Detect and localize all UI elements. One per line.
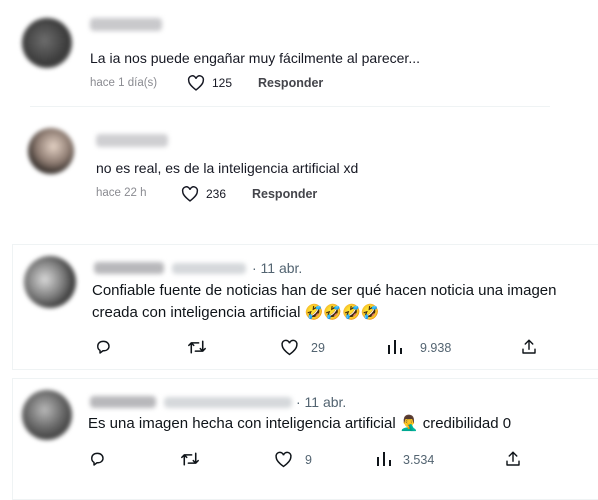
laughing-emoji: 🤣🤣🤣🤣 xyxy=(304,304,380,321)
heart-icon[interactable] xyxy=(274,451,293,468)
tweet-text: Es una imagen hecha con inteligencia art… xyxy=(88,415,396,432)
tweet-text-line: creada con inteligencia artificial 🤣🤣🤣🤣 xyxy=(92,302,379,324)
views-icon[interactable] xyxy=(387,339,403,355)
username[interactable] xyxy=(90,18,162,31)
tweet-text-line: Es una imagen hecha con inteligencia art… xyxy=(88,413,511,435)
like-count: 236 xyxy=(206,187,227,201)
tweet-date[interactable]: · 11 abr. xyxy=(252,260,302,276)
comment-text: no es real, es de la inteligencia artifi… xyxy=(96,160,359,176)
display-name[interactable] xyxy=(94,262,164,274)
share-icon[interactable] xyxy=(504,450,522,468)
reply-button[interactable]: Responder xyxy=(252,187,317,201)
view-count: 9.938 xyxy=(420,341,452,355)
heart-icon[interactable] xyxy=(187,75,205,91)
avatar[interactable] xyxy=(24,256,76,308)
avatar[interactable] xyxy=(28,128,74,174)
display-name[interactable] xyxy=(90,396,156,408)
tweet-text: creada con inteligencia artificial xyxy=(92,304,301,321)
reply-icon[interactable] xyxy=(88,450,106,468)
view-count: 3.534 xyxy=(403,453,435,467)
comment-time: hace 22 h xyxy=(96,187,147,199)
comment-text: La ia nos puede engañar muy fácilmente a… xyxy=(90,50,420,66)
retweet-icon[interactable] xyxy=(180,450,200,468)
share-icon[interactable] xyxy=(520,338,538,356)
facepalm-emoji: 🤦‍♂️ xyxy=(399,415,419,432)
avatar[interactable] xyxy=(22,390,72,440)
retweet-icon[interactable] xyxy=(187,338,207,356)
comment-time: hace 1 día(s) xyxy=(90,77,158,89)
tweet-text-line: Confiable fuente de noticias han de ser … xyxy=(92,282,557,299)
reply-icon[interactable] xyxy=(94,338,112,356)
heart-icon[interactable] xyxy=(181,186,199,202)
views-icon[interactable] xyxy=(376,451,392,467)
divider xyxy=(30,106,550,107)
avatar[interactable] xyxy=(22,18,72,68)
tweet-date[interactable]: · 11 abr. xyxy=(296,394,346,410)
like-count: 9 xyxy=(305,453,312,467)
tweet-text: credibilidad 0 xyxy=(422,415,512,432)
username[interactable] xyxy=(96,134,168,147)
handle[interactable] xyxy=(172,263,246,274)
heart-icon[interactable] xyxy=(280,339,299,356)
like-count: 29 xyxy=(311,341,325,355)
reply-button[interactable]: Responder xyxy=(258,76,323,90)
like-count: 125 xyxy=(212,76,233,90)
handle[interactable] xyxy=(164,397,292,408)
